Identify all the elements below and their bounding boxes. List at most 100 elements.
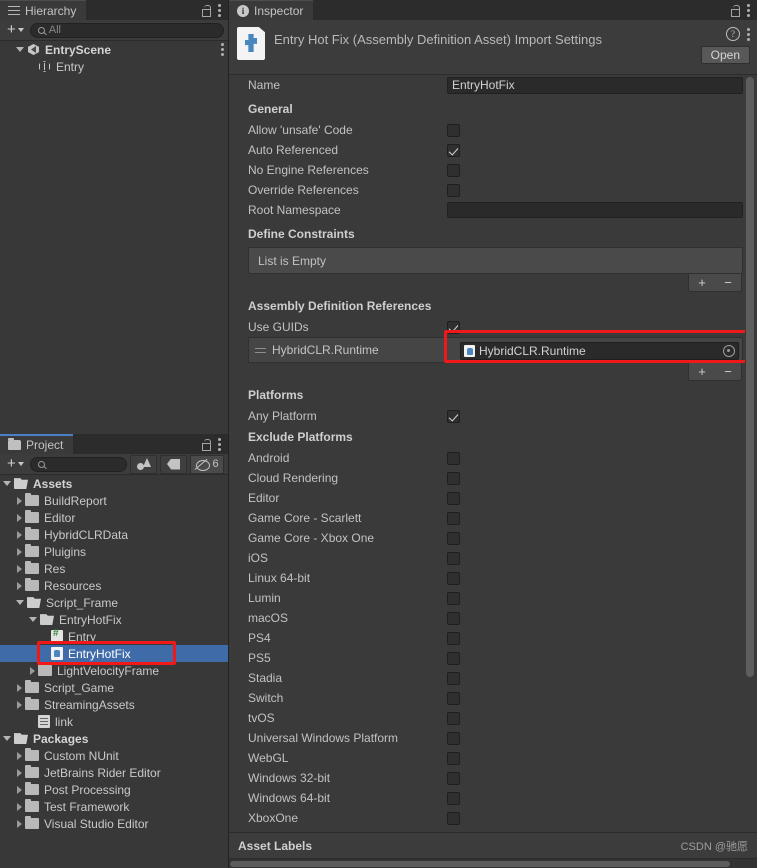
define-constraints-list[interactable]: List is Empty (248, 247, 743, 274)
general-setting-checkbox[interactable] (447, 143, 460, 157)
chevron-right-icon[interactable] (17, 768, 22, 777)
inspector-scrollbar-thumb[interactable] (746, 77, 754, 677)
chevron-right-icon[interactable] (17, 700, 22, 709)
filter-by-label-button[interactable] (160, 454, 187, 474)
hierarchy-item-entry[interactable]: Entry (0, 58, 228, 75)
chevron-right-icon[interactable] (17, 513, 22, 522)
project-item-resources[interactable]: Resources (0, 577, 228, 594)
chevron-right-icon[interactable] (17, 547, 22, 556)
kebab-menu-icon[interactable] (218, 3, 221, 17)
asmref-object-field[interactable]: HybridCLR.Runtime (460, 342, 739, 360)
exclude-platform-checkbox[interactable] (447, 551, 460, 565)
project-item-assets[interactable]: Assets (0, 475, 228, 492)
project-add-button[interactable]: + (4, 456, 27, 473)
filter-by-type-button[interactable] (130, 454, 157, 474)
lock-icon[interactable] (730, 4, 740, 17)
exclude-platform-checkbox[interactable] (447, 751, 460, 765)
chevron-right-icon[interactable] (17, 581, 22, 590)
hierarchy-tree[interactable]: EntryScene Entry (0, 41, 228, 434)
project-item-hybridclrdata[interactable]: HybridCLRData (0, 526, 228, 543)
hierarchy-search-input[interactable]: All (29, 22, 224, 38)
hidden-packages-button[interactable]: 6 (190, 454, 224, 474)
help-icon[interactable]: ? (726, 27, 740, 41)
open-button[interactable]: Open (700, 46, 750, 64)
exclude-platform-checkbox[interactable] (447, 451, 460, 465)
general-setting-checkbox[interactable] (447, 123, 460, 137)
project-item-link[interactable]: link (0, 713, 228, 730)
chevron-down-icon[interactable] (16, 600, 24, 605)
object-picker-icon[interactable] (723, 345, 735, 357)
exclude-platform-checkbox[interactable] (447, 711, 460, 725)
project-item-editor[interactable]: Editor (0, 509, 228, 526)
asmref-remove-button[interactable]: − (715, 363, 741, 380)
asmref-add-button[interactable]: + (689, 363, 715, 380)
project-item-packages[interactable]: Packages (0, 730, 228, 747)
exclude-platform-checkbox[interactable] (447, 531, 460, 545)
project-item-buildreport[interactable]: BuildReport (0, 492, 228, 509)
exclude-platform-checkbox[interactable] (447, 791, 460, 805)
project-item-res[interactable]: Res (0, 560, 228, 577)
name-input[interactable]: EntryHotFix (447, 76, 743, 94)
general-setting-checkbox[interactable] (447, 183, 460, 197)
define-constraints-add-button[interactable]: + (689, 274, 715, 291)
chevron-right-icon[interactable] (17, 530, 22, 539)
chevron-right-icon[interactable] (17, 564, 22, 573)
chevron-right-icon[interactable] (17, 802, 22, 811)
lock-icon[interactable] (201, 438, 211, 451)
hierarchy-add-button[interactable]: + (4, 22, 27, 39)
tab-project[interactable]: Project (0, 434, 74, 454)
exclude-platform-checkbox[interactable] (447, 771, 460, 785)
chevron-right-icon[interactable] (17, 683, 22, 692)
tab-hierarchy[interactable]: Hierarchy (0, 0, 87, 20)
exclude-platform-checkbox[interactable] (447, 571, 460, 585)
exclude-platform-checkbox[interactable] (447, 511, 460, 525)
lock-icon[interactable] (201, 4, 211, 17)
project-item-visual-studio-editor[interactable]: Visual Studio Editor (0, 815, 228, 832)
chevron-down-icon[interactable] (3, 481, 11, 486)
project-item-script-frame[interactable]: Script_Frame (0, 594, 228, 611)
project-item-script-game[interactable]: Script_Game (0, 679, 228, 696)
asmref-list-row[interactable]: HybridCLR.Runtime HybridCLR.Runtime (248, 337, 743, 363)
exclude-platform-checkbox[interactable] (447, 591, 460, 605)
kebab-menu-icon[interactable] (221, 43, 224, 56)
any-platform-checkbox[interactable] (447, 409, 460, 423)
chevron-right-icon[interactable] (17, 785, 22, 794)
chevron-down-icon[interactable] (3, 736, 11, 741)
root-namespace-input[interactable] (447, 202, 743, 218)
inspector-horizontal-scrollbar[interactable] (229, 858, 757, 868)
chevron-right-icon[interactable] (17, 819, 22, 828)
exclude-platform-checkbox[interactable] (447, 691, 460, 705)
project-item-streamingassets[interactable]: StreamingAssets (0, 696, 228, 713)
exclude-platform-checkbox[interactable] (447, 611, 460, 625)
use-guids-checkbox[interactable] (447, 320, 460, 334)
project-item-entry[interactable]: Entry (0, 628, 228, 645)
project-item-pluigins[interactable]: Pluigins (0, 543, 228, 560)
project-search-input[interactable] (29, 456, 127, 472)
project-item-custom-nunit[interactable]: Custom NUnit (0, 747, 228, 764)
define-constraints-remove-button[interactable]: − (715, 274, 741, 291)
hierarchy-item-entryscene[interactable]: EntryScene (0, 41, 228, 58)
kebab-menu-icon[interactable] (218, 437, 221, 451)
drag-handle-icon[interactable] (255, 347, 266, 354)
exclude-platform-checkbox[interactable] (447, 811, 460, 825)
project-tree[interactable]: Assets BuildReport Editor HybridCLRData Plui… (0, 475, 228, 868)
exclude-platform-checkbox[interactable] (447, 651, 460, 665)
inspector-scrollbar[interactable] (745, 75, 756, 832)
project-item-entryhotfix[interactable]: EntryHotFix (0, 611, 228, 628)
chevron-right-icon[interactable] (17, 751, 22, 760)
chevron-right-icon[interactable] (30, 666, 35, 675)
kebab-menu-icon[interactable] (747, 3, 750, 17)
exclude-platform-checkbox[interactable] (447, 731, 460, 745)
inspector-horizontal-scrollbar-thumb[interactable] (230, 861, 730, 867)
project-item-jetbrains-rider-editor[interactable]: JetBrains Rider Editor (0, 764, 228, 781)
kebab-menu-icon[interactable] (747, 27, 750, 41)
project-item-lightvelocityframe[interactable]: LightVelocityFrame (0, 662, 228, 679)
project-item-test-framework[interactable]: Test Framework (0, 798, 228, 815)
exclude-platform-checkbox[interactable] (447, 471, 460, 485)
chevron-down-icon[interactable] (29, 617, 37, 622)
project-item-post-processing[interactable]: Post Processing (0, 781, 228, 798)
exclude-platform-checkbox[interactable] (447, 671, 460, 685)
tab-inspector[interactable]: i Inspector (229, 0, 314, 20)
exclude-platform-checkbox[interactable] (447, 491, 460, 505)
project-item-entryhotfix[interactable]: EntryHotFix (0, 645, 228, 662)
